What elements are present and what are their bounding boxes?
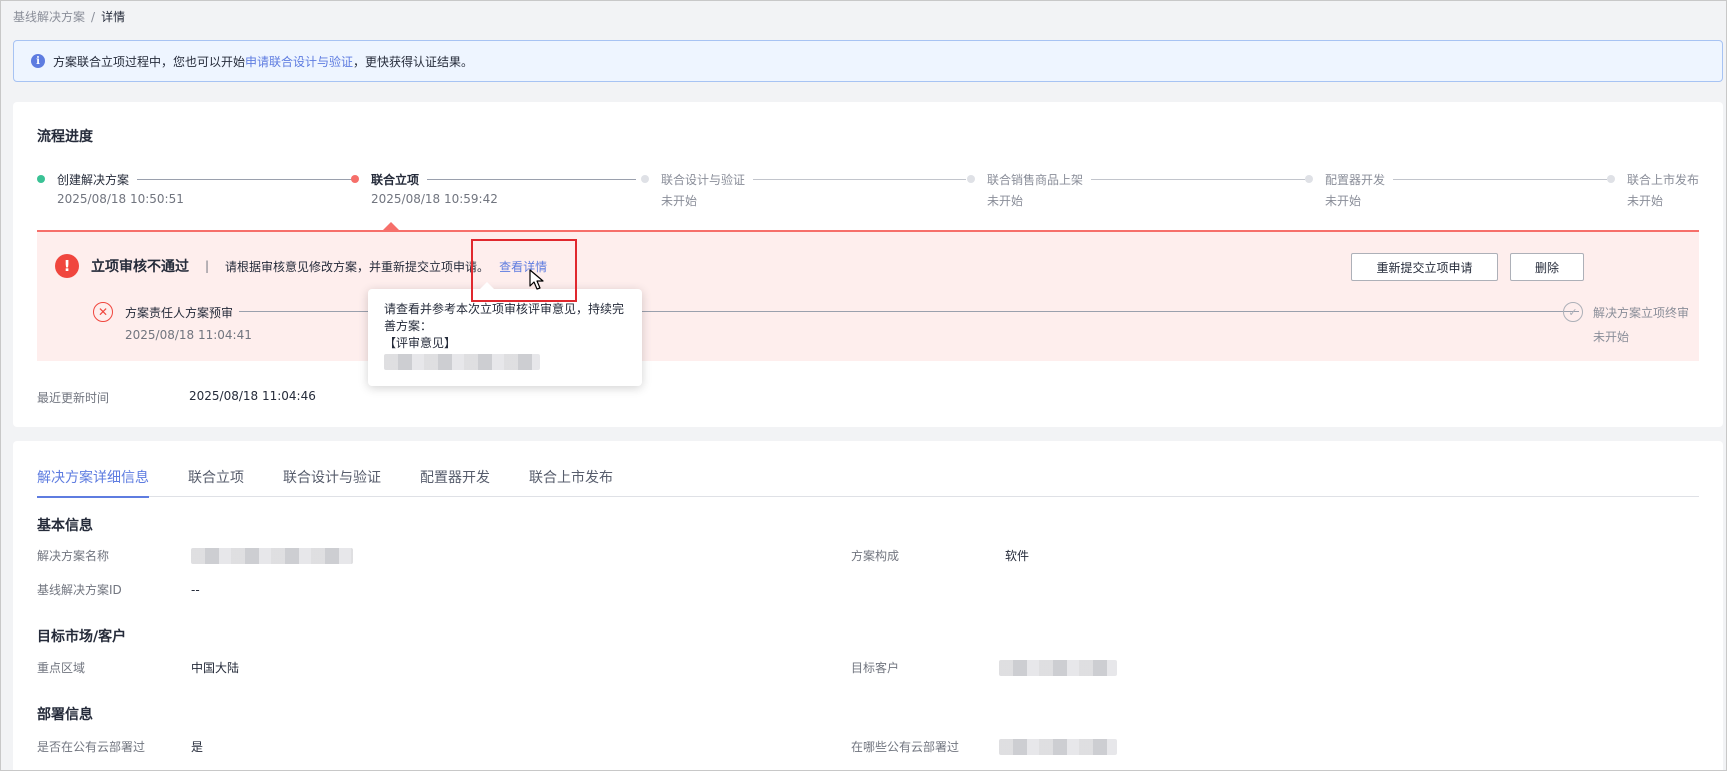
step-time: 2025/08/18 10:50:51 <box>57 192 184 206</box>
step-dot <box>351 175 359 183</box>
mouse-pointer-icon <box>529 269 544 290</box>
resubmit-project-button[interactable]: 重新提交立项申请 <box>1351 253 1498 281</box>
substep-label: 方案责任人方案预审 <box>125 305 234 320</box>
step-connector <box>753 178 966 180</box>
tab-joint-project[interactable]: 联合立项 <box>188 467 244 497</box>
step-joint-project: 联合立项 2025/08/18 10:59:42 <box>351 170 636 210</box>
field-public-cloud-deployed: 是否在公有云部署过 是 <box>37 738 203 755</box>
notice-suffix: ，更快获得认证结果。 <box>353 54 474 69</box>
last-updated-row: 最近更新时间 2025/08/18 11:04:46 <box>37 389 316 406</box>
review-failed-panel: ! 立项审核不通过 | 请根据审核意见修改方案，并重新提交立项申请。 查看详情 … <box>37 230 1699 361</box>
step-status: 未开始 <box>987 194 1024 208</box>
close-circle-icon: ✕ <box>93 302 113 322</box>
header-separator: | <box>205 259 210 273</box>
step-label: 创建解决方案 <box>57 172 130 187</box>
field-label: 目标客户 <box>851 661 900 675</box>
field-label: 重点区域 <box>37 661 86 675</box>
step-time: 2025/08/18 10:59:42 <box>371 192 498 206</box>
field-target-customer: 目标客户 <box>851 659 1117 676</box>
field-which-public-cloud: 在哪些公有云部署过 <box>851 738 1117 755</box>
detail-card: 解决方案详细信息 联合立项 联合设计与验证 配置器开发 联合上市发布 基本信息 … <box>13 441 1723 770</box>
section-target-market: 目标市场/客户 <box>37 629 127 645</box>
step-product-listing: 联合销售商品上架 未开始 <box>967 170 1305 210</box>
last-updated-label: 最近更新时间 <box>37 391 110 405</box>
error-panel-pointer <box>383 222 399 230</box>
step-create-solution: 创建解决方案 2025/08/18 10:50:51 <box>37 170 357 210</box>
field-solution-name: 解决方案名称 <box>37 547 353 564</box>
tab-configurator-dev[interactable]: 配置器开发 <box>420 467 490 497</box>
review-failed-title: 立项审核不通过 <box>91 259 189 275</box>
step-label: 配置器开发 <box>1325 172 1386 187</box>
field-composition: 方案构成 软件 <box>851 547 1029 564</box>
redacted-comment <box>384 354 540 370</box>
tooltip-comments-heading: 【评审意见】 <box>384 336 457 350</box>
progress-title: 流程进度 <box>37 129 93 145</box>
field-label: 方案构成 <box>851 549 900 563</box>
substep-time: 2025/08/18 11:04:41 <box>125 328 252 342</box>
page: 基线解决方案 / 详情 i 方案联合立项过程中，您也可以开始 申请联合设计与验证… <box>0 0 1727 771</box>
breadcrumb: 基线解决方案 / 详情 <box>13 9 125 25</box>
substep-owner-prereview: ✕ 方案责任人方案预审 2025/08/18 11:04:41 <box>93 302 252 342</box>
review-failed-header: ! 立项审核不通过 | 请根据审核意见修改方案，并重新提交立项申请。 查看详情 <box>55 254 547 278</box>
step-connector <box>427 178 636 180</box>
breadcrumb-current: 详情 <box>101 10 126 24</box>
redacted-value <box>191 547 353 564</box>
notice-prefix: 方案联合立项过程中，您也可以开始 <box>53 54 246 69</box>
redacted-value <box>999 738 1117 755</box>
step-status: 未开始 <box>1627 194 1664 208</box>
step-dot <box>967 175 975 183</box>
field-value: -- <box>191 582 200 597</box>
step-connector <box>1091 178 1305 180</box>
field-value: 中国大陆 <box>191 661 240 675</box>
step-dot <box>641 175 649 183</box>
section-deployment-info: 部署信息 <box>37 707 93 723</box>
field-label: 是否在公有云部署过 <box>37 740 146 754</box>
check-circle-icon: ✓ <box>1563 302 1583 322</box>
step-joint-design: 联合设计与验证 未开始 <box>641 170 966 210</box>
field-baseline-id: 基线解决方案ID -- <box>37 581 200 598</box>
step-dot <box>37 175 45 183</box>
step-dot <box>1305 175 1313 183</box>
breadcrumb-separator: / <box>91 10 96 24</box>
step-status: 未开始 <box>1325 194 1362 208</box>
field-value: 是 <box>191 740 204 754</box>
review-failed-desc: 请根据审核意见修改方案，并重新提交立项申请。 <box>225 259 490 274</box>
info-icon: i <box>31 54 45 68</box>
field-label: 解决方案名称 <box>37 549 110 563</box>
step-market-launch: 联合上市发布 未开始 <box>1607 170 1717 210</box>
step-label: 联合立项 <box>371 172 420 187</box>
step-label: 联合设计与验证 <box>661 172 746 187</box>
section-basic-info: 基本信息 <box>37 518 93 534</box>
field-focus-region: 重点区域 中国大陆 <box>37 659 239 676</box>
notice-bar: i 方案联合立项过程中，您也可以开始 申请联合设计与验证 ，更快获得认证结果。 <box>13 40 1723 82</box>
detail-tabs: 解决方案详细信息 联合立项 联合设计与验证 配置器开发 联合上市发布 <box>37 467 1699 498</box>
step-status: 未开始 <box>661 194 698 208</box>
step-connector <box>137 178 357 180</box>
review-comments-tooltip: 请查看并参考本次立项审核评审意见，持续完善方案： 【评审意见】 <box>368 282 642 386</box>
field-label: 在哪些公有云部署过 <box>851 740 960 754</box>
exclamation-icon: ! <box>55 254 79 278</box>
tab-joint-design[interactable]: 联合设计与验证 <box>283 467 381 497</box>
redacted-value <box>999 659 1117 676</box>
tab-market-launch[interactable]: 联合上市发布 <box>529 467 613 497</box>
substep-status: 未开始 <box>1593 330 1630 344</box>
substep-label: 解决方案立项终审 <box>1593 305 1690 320</box>
tab-solution-details[interactable]: 解决方案详细信息 <box>37 467 149 498</box>
step-configurator-dev: 配置器开发 未开始 <box>1305 170 1607 210</box>
breadcrumb-parent[interactable]: 基线解决方案 <box>13 9 85 25</box>
tooltip-message: 请查看并参考本次立项审核评审意见，持续完善方案： <box>384 302 625 333</box>
delete-button[interactable]: 删除 <box>1510 253 1584 281</box>
step-connector <box>1393 178 1607 180</box>
progress-card: 流程进度 创建解决方案 2025/08/18 10:50:51 联合立项 202… <box>13 102 1723 427</box>
field-value: 软件 <box>1005 549 1030 563</box>
step-dot <box>1607 175 1615 183</box>
step-label: 联合销售商品上架 <box>987 172 1084 187</box>
last-updated-value: 2025/08/18 11:04:46 <box>189 389 316 403</box>
apply-design-link[interactable]: 申请联合设计与验证 <box>245 53 353 70</box>
step-label: 联合上市发布 <box>1627 172 1700 187</box>
substep-final-review: ✓ 解决方案立项终审 未开始 <box>1563 302 1689 345</box>
field-label: 基线解决方案ID <box>37 583 122 597</box>
